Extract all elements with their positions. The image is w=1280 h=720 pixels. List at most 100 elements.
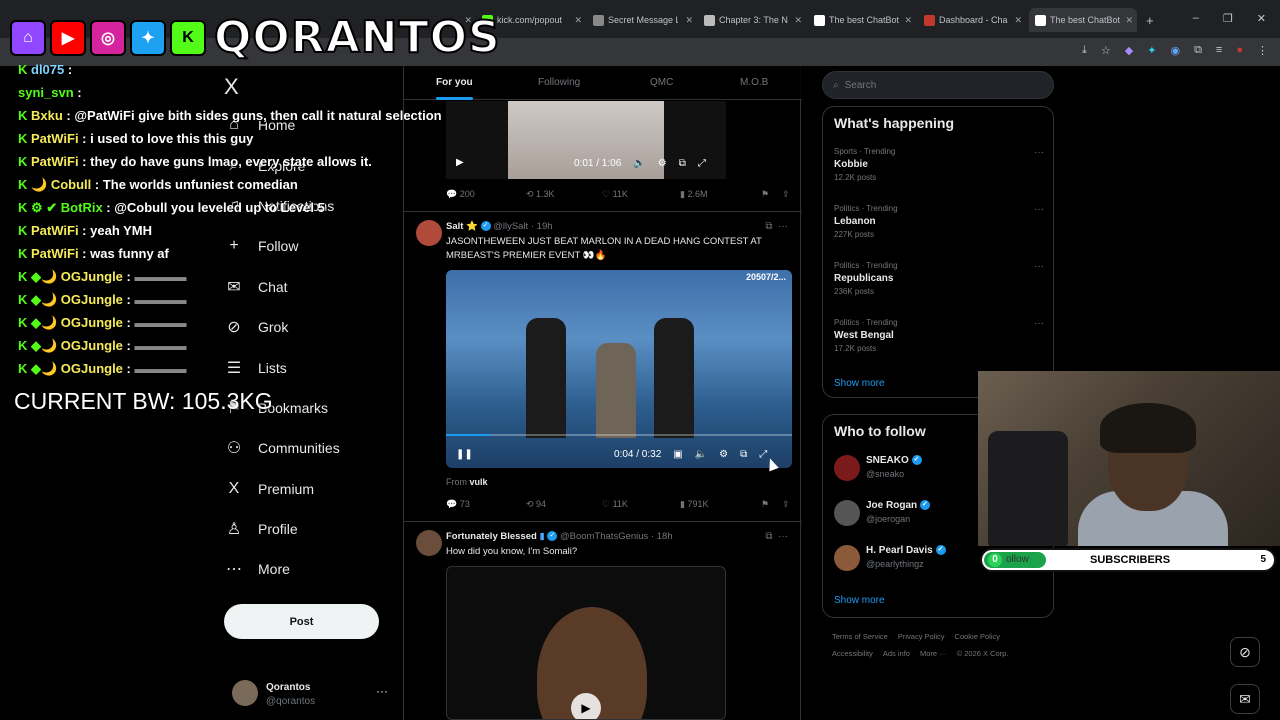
- browser-tab[interactable]: Secret Message L ✕: [587, 8, 697, 32]
- post-button[interactable]: Post: [224, 604, 379, 639]
- volume-icon[interactable]: 🔈: [633, 158, 645, 169]
- video-progress-fill: [446, 434, 491, 436]
- like-button[interactable]: ♡ 11K: [602, 499, 628, 510]
- timeline: For you Following QMC M.O.B ▶ 0:01 / 1:0…: [403, 66, 802, 720]
- extension-icon[interactable]: ◆: [1125, 44, 1133, 57]
- reply-button[interactable]: 💬 200: [446, 189, 475, 200]
- footer-link[interactable]: Cookie Policy: [955, 632, 1000, 641]
- tab-qmc[interactable]: QMC: [650, 77, 673, 88]
- pip-icon[interactable]: ⧉: [740, 449, 747, 460]
- settings-icon[interactable]: ⚙: [658, 158, 667, 169]
- bookmark-star-icon[interactable]: ☆: [1101, 44, 1111, 57]
- more-dots-icon[interactable]: ···: [1034, 147, 1044, 158]
- video-progress-bar[interactable]: [446, 434, 792, 436]
- nav-item-chat[interactable]: ✉ Chat: [224, 272, 287, 302]
- tweet-actions: 💬 73 ⟲ 94 ♡ 11K ▮ 791K ⚑ ⇪: [446, 499, 791, 513]
- video-player[interactable]: ▶: [446, 566, 726, 720]
- more-dots-icon[interactable]: ···: [1034, 261, 1044, 272]
- views-button[interactable]: ▮ 2.6M: [680, 189, 707, 200]
- footer-link[interactable]: Accessibility: [832, 649, 873, 658]
- nav-item-follow[interactable]: + Follow: [224, 231, 298, 261]
- list-icon: ☰: [226, 360, 242, 377]
- reply-button[interactable]: 💬 73: [446, 499, 470, 510]
- more-dots-icon[interactable]: ···: [1034, 318, 1044, 329]
- close-tab-icon[interactable]: ✕: [685, 15, 693, 26]
- footer-link[interactable]: Ads info: [883, 649, 910, 658]
- restore-icon[interactable]: ❐: [1223, 12, 1233, 25]
- tweet-more-icon[interactable]: ⧉ ···: [765, 221, 788, 232]
- browser-tab[interactable]: The best ChatBot ✕: [808, 8, 916, 32]
- trend-item[interactable]: Politics · Trending Republicans 236K posts…: [834, 261, 1044, 296]
- video-player[interactable]: 20507/2... ❚❚ 0:04 / 0:32 ▣ 🔈 ⚙ ⧉ ⤢: [446, 270, 792, 468]
- show-more-link[interactable]: Show more: [834, 378, 885, 389]
- extension-icon[interactable]: ✦: [1147, 44, 1156, 57]
- settings-icon[interactable]: ⚙: [719, 449, 728, 460]
- footer-link[interactable]: Privacy Policy: [898, 632, 945, 641]
- trend-item[interactable]: Politics · Trending Lebanon 227K posts ···: [834, 204, 1044, 239]
- account-switcher[interactable]: Qorantos @qorantos ···: [232, 680, 392, 710]
- repost-button[interactable]: ⟲ 1.3K: [526, 189, 555, 200]
- views-button[interactable]: ▮ 791K: [680, 499, 708, 510]
- new-tab-button[interactable]: +: [1140, 8, 1160, 32]
- nav-item-communities[interactable]: ⚇ Communities: [224, 433, 340, 463]
- tweet-more-icon[interactable]: ⧉ ···: [765, 531, 788, 542]
- nav-item-grok[interactable]: ⊘ Grok: [224, 312, 288, 342]
- show-more-link[interactable]: Show more: [834, 595, 885, 606]
- nav-item-more[interactable]: ⋯ More: [224, 554, 290, 584]
- close-tab-icon[interactable]: ✕: [1125, 15, 1133, 26]
- menu-kebab-icon[interactable]: ⋮: [1257, 44, 1268, 57]
- play-icon[interactable]: ▶: [456, 157, 464, 168]
- close-tab-icon[interactable]: ✕: [794, 15, 802, 26]
- pause-icon[interactable]: ❚❚: [456, 449, 473, 460]
- play-icon[interactable]: ▶: [571, 693, 601, 719]
- playlist-icon[interactable]: ≡: [1216, 44, 1222, 57]
- tab-mob[interactable]: M.O.B: [740, 77, 768, 88]
- x-logo-icon[interactable]: X: [224, 72, 239, 102]
- close-tab-icon[interactable]: ✕: [904, 15, 912, 26]
- chat-message: syni_svn :: [18, 85, 82, 100]
- fullscreen-icon[interactable]: ⤢: [698, 158, 706, 169]
- like-button[interactable]: ♡ 11K: [602, 189, 628, 200]
- tab-following[interactable]: Following: [538, 77, 580, 88]
- nav-item-premium[interactable]: X Premium: [224, 474, 314, 504]
- bookmark-icon[interactable]: ⚑: [761, 499, 769, 510]
- subscriber-label: SUBSCRIBERS: [1090, 554, 1171, 566]
- trend-item[interactable]: Politics · Trending West Bengal 17.2K post…: [834, 318, 1044, 353]
- more-dots-icon[interactable]: ···: [1034, 204, 1044, 215]
- minimize-icon[interactable]: –: [1193, 12, 1199, 25]
- browser-tab[interactable]: Chapter 3: The N ✕: [698, 8, 806, 32]
- more-dots-icon[interactable]: ···: [376, 684, 388, 698]
- footer-link[interactable]: Terms of Service: [832, 632, 888, 641]
- captions-icon[interactable]: ▣: [673, 449, 682, 460]
- browser-tab-active[interactable]: The best ChatBot ✕: [1029, 8, 1137, 32]
- video-player[interactable]: ▶ 0:01 / 1:06 🔈 ⚙ ⧉ ⤢: [446, 101, 726, 179]
- extension-icon[interactable]: ◉: [1170, 44, 1180, 57]
- messages-fab-icon[interactable]: ✉: [1230, 684, 1260, 714]
- tab-for-you[interactable]: For you: [436, 77, 473, 100]
- footer-link[interactable]: More ···: [920, 649, 947, 658]
- close-window-icon[interactable]: ✕: [1257, 12, 1266, 25]
- search-input[interactable]: ⌕ Search: [822, 71, 1054, 99]
- follow-text: ollow: [1006, 554, 1029, 565]
- nav-item-profile[interactable]: ♙ Profile: [224, 514, 298, 544]
- close-tab-icon[interactable]: ✕: [574, 15, 582, 26]
- bookmark-icon[interactable]: ⚑: [761, 189, 769, 200]
- profile-avatar-icon[interactable]: ●: [1236, 44, 1243, 57]
- fullscreen-icon[interactable]: ⤢: [759, 449, 767, 460]
- nav-item-lists[interactable]: ☰ Lists: [224, 353, 287, 383]
- stream-brand-overlay: ⌂ ▶ ◎ ✦ K QORANTOS: [10, 11, 501, 64]
- trend-item[interactable]: Sports · Trending Kobbie 12.2K posts ···: [834, 147, 1044, 182]
- install-icon[interactable]: ⤓: [1082, 44, 1087, 57]
- share-icon[interactable]: ⇪: [782, 499, 790, 510]
- browser-tab[interactable]: Dashboard - Cha ✕: [918, 8, 1026, 32]
- volume-icon[interactable]: 🔈: [695, 449, 707, 460]
- close-tab-icon[interactable]: ✕: [1014, 15, 1022, 26]
- extensions-puzzle-icon[interactable]: ⧉: [1194, 44, 1202, 57]
- pip-icon[interactable]: ⧉: [679, 158, 686, 169]
- repost-button[interactable]: ⟲ 94: [526, 499, 546, 510]
- avatar[interactable]: [416, 530, 442, 556]
- grok-fab-icon[interactable]: ⊘: [1230, 637, 1260, 667]
- avatar[interactable]: [416, 220, 442, 246]
- share-icon[interactable]: ⇪: [782, 189, 790, 200]
- source-link[interactable]: vulk: [470, 477, 488, 487]
